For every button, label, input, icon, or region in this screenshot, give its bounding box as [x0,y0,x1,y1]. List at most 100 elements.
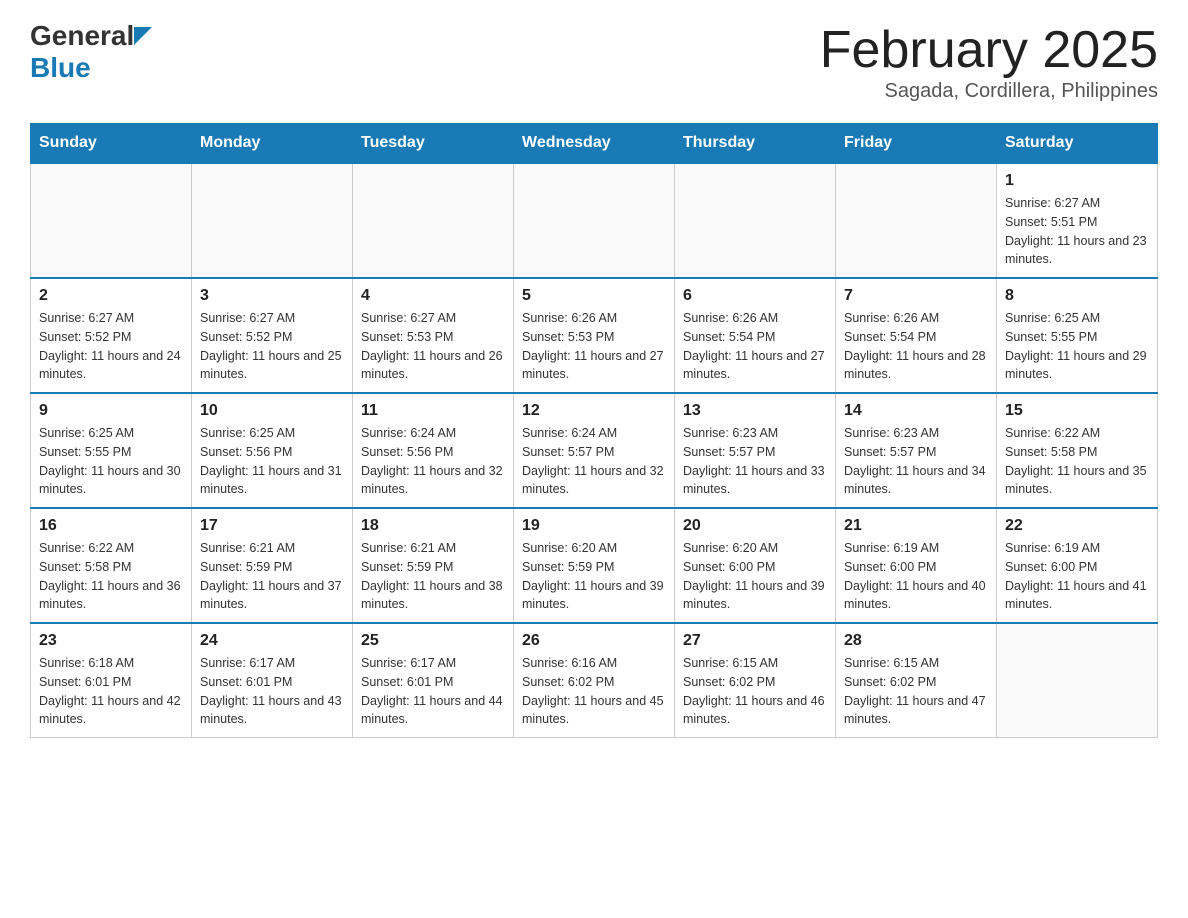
day-number: 23 [39,632,183,650]
calendar-cell: 6 Sunrise: 6:26 AMSunset: 5:54 PMDaylight… [675,278,836,393]
calendar-table: SundayMondayTuesdayWednesdayThursdayFrid… [30,123,1158,738]
calendar-cell: 3 Sunrise: 6:27 AMSunset: 5:52 PMDaylight… [192,278,353,393]
calendar-cell [675,163,836,278]
day-number: 21 [844,517,988,535]
day-number: 7 [844,287,988,305]
header-monday: Monday [192,124,353,164]
calendar-cell: 26 Sunrise: 6:16 AMSunset: 6:02 PMDayligh… [514,623,675,738]
calendar-cell: 5 Sunrise: 6:26 AMSunset: 5:53 PMDaylight… [514,278,675,393]
day-number: 22 [1005,517,1149,535]
day-number: 10 [200,402,344,420]
header-wednesday: Wednesday [514,124,675,164]
calendar-cell: 18 Sunrise: 6:21 AMSunset: 5:59 PMDayligh… [353,508,514,623]
day-info: Sunrise: 6:22 AMSunset: 5:58 PMDaylight:… [39,539,183,614]
day-number: 8 [1005,287,1149,305]
day-number: 11 [361,402,505,420]
day-number: 19 [522,517,666,535]
main-title: February 2025 [820,20,1158,80]
week-row-3: 9Sunrise: 6:25 AMSunset: 5:55 PMDaylight… [31,393,1158,508]
calendar-cell: 28 Sunrise: 6:15 AMSunset: 6:02 PMDayligh… [836,623,997,738]
day-number: 24 [200,632,344,650]
day-info: Sunrise: 6:27 AMSunset: 5:52 PMDaylight:… [200,309,344,384]
title-section: February 2025 Sagada, Cordillera, Philip… [820,20,1158,103]
calendar-cell: 19 Sunrise: 6:20 AMSunset: 5:59 PMDayligh… [514,508,675,623]
logo-arrow-icon [134,27,152,45]
day-info: Sunrise: 6:17 AMSunset: 6:01 PMDaylight:… [361,654,505,729]
day-info: Sunrise: 6:25 AMSunset: 5:56 PMDaylight:… [200,424,344,499]
day-number: 1 [1005,172,1149,190]
day-number: 13 [683,402,827,420]
header-friday: Friday [836,124,997,164]
calendar-cell: 15 Sunrise: 6:22 AMSunset: 5:58 PMDayligh… [997,393,1158,508]
calendar-cell: 7 Sunrise: 6:26 AMSunset: 5:54 PMDaylight… [836,278,997,393]
calendar-cell: 2 Sunrise: 6:27 AMSunset: 5:52 PMDaylight… [31,278,192,393]
day-info: Sunrise: 6:24 AMSunset: 5:56 PMDaylight:… [361,424,505,499]
week-row-5: 23Sunrise: 6:18 AMSunset: 6:01 PMDayligh… [31,623,1158,738]
calendar-header-row: SundayMondayTuesdayWednesdayThursdayFrid… [31,124,1158,164]
day-info: Sunrise: 6:26 AMSunset: 5:54 PMDaylight:… [683,309,827,384]
header-tuesday: Tuesday [353,124,514,164]
calendar-cell: 22 Sunrise: 6:19 AMSunset: 6:00 PMDayligh… [997,508,1158,623]
day-info: Sunrise: 6:16 AMSunset: 6:02 PMDaylight:… [522,654,666,729]
day-info: Sunrise: 6:21 AMSunset: 5:59 PMDaylight:… [200,539,344,614]
day-info: Sunrise: 6:21 AMSunset: 5:59 PMDaylight:… [361,539,505,614]
day-number: 2 [39,287,183,305]
calendar-cell: 21 Sunrise: 6:19 AMSunset: 6:00 PMDayligh… [836,508,997,623]
calendar-cell: 1 Sunrise: 6:27 AMSunset: 5:51 PMDaylight… [997,163,1158,278]
day-number: 26 [522,632,666,650]
calendar-cell [514,163,675,278]
day-info: Sunrise: 6:23 AMSunset: 5:57 PMDaylight:… [844,424,988,499]
day-number: 14 [844,402,988,420]
calendar-cell: 9Sunrise: 6:25 AMSunset: 5:55 PMDaylight… [31,393,192,508]
calendar-cell [997,623,1158,738]
calendar-cell: 20Sunrise: 6:20 AMSunset: 6:00 PMDayligh… [675,508,836,623]
calendar-cell: 13Sunrise: 6:23 AMSunset: 5:57 PMDayligh… [675,393,836,508]
calendar-cell: 4Sunrise: 6:27 AMSunset: 5:53 PMDaylight… [353,278,514,393]
week-row-4: 16 Sunrise: 6:22 AMSunset: 5:58 PMDayligh… [31,508,1158,623]
day-info: Sunrise: 6:24 AMSunset: 5:57 PMDaylight:… [522,424,666,499]
header-thursday: Thursday [675,124,836,164]
day-info: Sunrise: 6:27 AMSunset: 5:52 PMDaylight:… [39,309,183,384]
calendar-cell: 11 Sunrise: 6:24 AMSunset: 5:56 PMDayligh… [353,393,514,508]
day-number: 18 [361,517,505,535]
calendar-cell [353,163,514,278]
subtitle: Sagada, Cordillera, Philippines [820,80,1158,103]
day-info: Sunrise: 6:20 AMSunset: 5:59 PMDaylight:… [522,539,666,614]
day-number: 15 [1005,402,1149,420]
day-number: 16 [39,517,183,535]
day-number: 6 [683,287,827,305]
day-number: 5 [522,287,666,305]
day-info: Sunrise: 6:17 AMSunset: 6:01 PMDaylight:… [200,654,344,729]
calendar-cell: 27Sunrise: 6:15 AMSunset: 6:02 PMDayligh… [675,623,836,738]
calendar-cell [836,163,997,278]
logo-blue-text: Blue [30,52,91,84]
day-info: Sunrise: 6:15 AMSunset: 6:02 PMDaylight:… [844,654,988,729]
day-info: Sunrise: 6:25 AMSunset: 5:55 PMDaylight:… [1005,309,1149,384]
day-info: Sunrise: 6:22 AMSunset: 5:58 PMDaylight:… [1005,424,1149,499]
day-info: Sunrise: 6:27 AMSunset: 5:51 PMDaylight:… [1005,194,1149,269]
week-row-2: 2 Sunrise: 6:27 AMSunset: 5:52 PMDaylight… [31,278,1158,393]
calendar-cell: 10 Sunrise: 6:25 AMSunset: 5:56 PMDayligh… [192,393,353,508]
day-number: 4 [361,287,505,305]
day-info: Sunrise: 6:20 AMSunset: 6:00 PMDaylight:… [683,539,827,614]
calendar-cell: 12Sunrise: 6:24 AMSunset: 5:57 PMDayligh… [514,393,675,508]
logo-general-text: General [30,20,134,51]
day-info: Sunrise: 6:26 AMSunset: 5:53 PMDaylight:… [522,309,666,384]
week-row-1: 1 Sunrise: 6:27 AMSunset: 5:51 PMDaylight… [31,163,1158,278]
day-info: Sunrise: 6:19 AMSunset: 6:00 PMDaylight:… [1005,539,1149,614]
calendar-cell: 24 Sunrise: 6:17 AMSunset: 6:01 PMDayligh… [192,623,353,738]
day-info: Sunrise: 6:26 AMSunset: 5:54 PMDaylight:… [844,309,988,384]
page-header: General Blue February 2025 Sagada, Cordi… [30,20,1158,103]
calendar-cell: 17 Sunrise: 6:21 AMSunset: 5:59 PMDayligh… [192,508,353,623]
day-info: Sunrise: 6:19 AMSunset: 6:00 PMDaylight:… [844,539,988,614]
header-saturday: Saturday [997,124,1158,164]
day-number: 17 [200,517,344,535]
header-sunday: Sunday [31,124,192,164]
day-number: 3 [200,287,344,305]
calendar-cell: 23Sunrise: 6:18 AMSunset: 6:01 PMDayligh… [31,623,192,738]
calendar-cell: 14 Sunrise: 6:23 AMSunset: 5:57 PMDayligh… [836,393,997,508]
calendar-cell [192,163,353,278]
logo: General Blue [30,20,152,84]
day-number: 27 [683,632,827,650]
day-number: 28 [844,632,988,650]
